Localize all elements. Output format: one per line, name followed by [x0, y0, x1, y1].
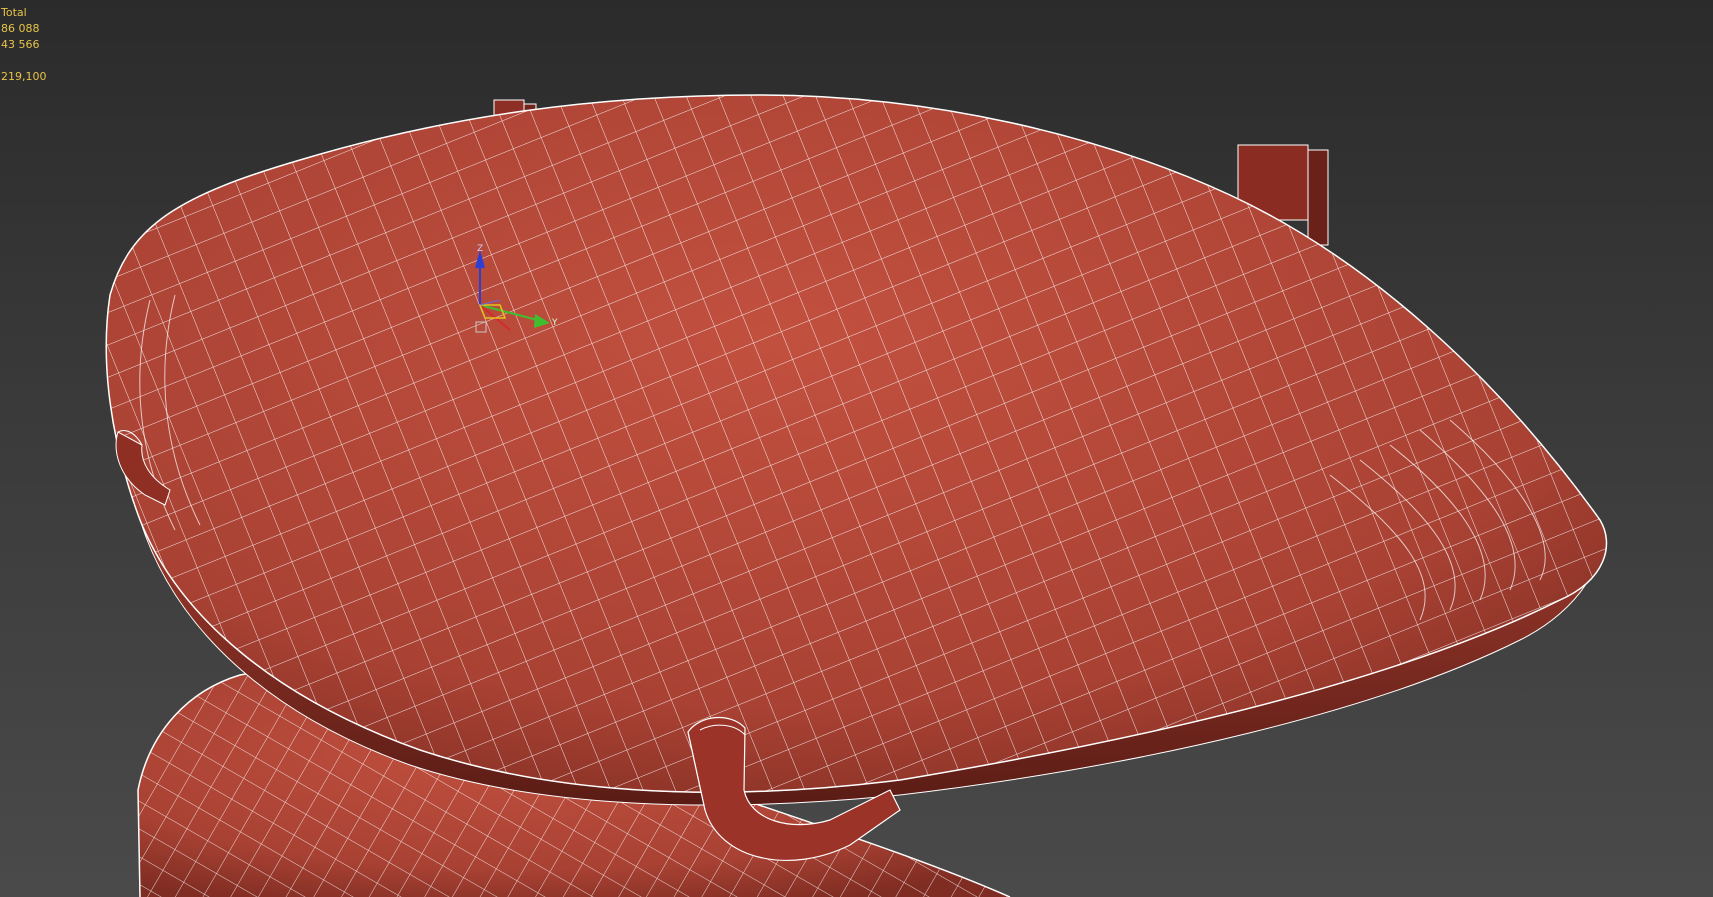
stats-fps-value: 219,100	[1, 70, 47, 83]
stats-polys-value: 86 088	[1, 22, 40, 35]
gizmo-axis-z-label: Z	[477, 244, 483, 254]
gizmo-axis-y-label: Y	[551, 318, 558, 328]
viewport-scene[interactable]: Z Y	[0, 0, 1713, 897]
stats-spacer	[1, 53, 47, 69]
stats-total-label: Total	[1, 6, 27, 19]
stats-verts-value: 43 566	[1, 38, 40, 51]
viewport-statistics: Total 86 088 43 566 219,100	[1, 5, 47, 85]
3d-viewport[interactable]: Z Y Total 86 088 43 566 219,100	[0, 0, 1713, 897]
